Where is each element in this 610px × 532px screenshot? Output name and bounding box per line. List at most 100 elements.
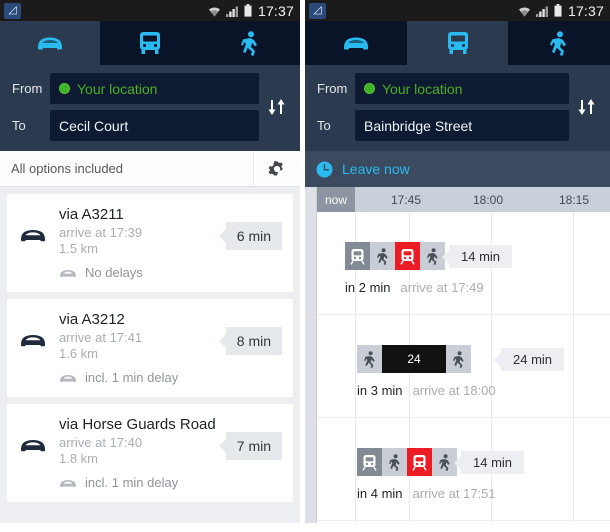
phone-screen-driving: ◿ 17:37 From Your location To Cecil Cour… xyxy=(0,0,305,532)
dual-screenshot: ◿ 17:37 From Your location To Cecil Cour… xyxy=(0,0,610,532)
route-delay-row: incl. 1 min delay xyxy=(59,370,289,385)
trip-line-number: 24 xyxy=(382,345,446,373)
car-icon xyxy=(7,205,59,243)
traffic-car-icon xyxy=(60,269,76,277)
status-bar-clock: 17:37 xyxy=(257,2,294,19)
mode-tab-bar xyxy=(0,21,300,65)
from-row: From Your location xyxy=(313,73,569,104)
tab-bus[interactable] xyxy=(406,21,509,65)
trip-duration-badge: 24 min xyxy=(501,348,565,371)
timeline-header: now 17:45 18:00 18:15 xyxy=(305,187,610,212)
to-row: To Cecil Court xyxy=(8,110,259,141)
trip-departure: in 2 min xyxy=(345,280,391,295)
walk-icon xyxy=(550,30,567,56)
train-icon xyxy=(395,242,420,270)
gear-icon[interactable] xyxy=(253,150,300,187)
battery-icon xyxy=(554,4,562,17)
route-results-list: via A3211 arrive at 17:39 1.5 km No dela… xyxy=(0,187,300,523)
from-label: From xyxy=(317,81,348,96)
app-logo-icon: ◿ xyxy=(309,2,326,19)
route-input-form: From Your location To Bainbridge Street xyxy=(305,65,610,151)
from-row: From Your location xyxy=(8,73,259,104)
tab-bus[interactable] xyxy=(100,21,200,65)
timeline-trip-row[interactable]: 14 min in 4 min arrive at 17:51 xyxy=(305,418,610,521)
app-logo-icon: ◿ xyxy=(4,2,21,19)
to-input[interactable]: Cecil Court xyxy=(50,110,259,141)
traffic-car-icon xyxy=(60,374,76,382)
leave-now-label: Leave now xyxy=(342,161,410,177)
trip-departure: in 3 min xyxy=(357,383,403,398)
options-label: All options included xyxy=(11,161,124,176)
wifi-icon xyxy=(208,5,221,17)
route-card[interactable]: via A3212 arrive at 17:41 1.6 km incl. 1… xyxy=(7,299,293,397)
phone-screen-transit: ◿ 17:37 From Your location To Bainbridge… xyxy=(305,0,610,532)
mode-tab-bar xyxy=(305,21,610,65)
signal-icon xyxy=(225,5,239,17)
car-icon xyxy=(7,415,59,453)
tab-car[interactable] xyxy=(305,21,407,65)
trip-arrival: arrive at 18:00 xyxy=(412,383,496,398)
route-card[interactable]: via Horse Guards Road arrive at 17:40 1.… xyxy=(7,404,293,502)
timeline-tick: 17:45 xyxy=(391,193,422,207)
walk-icon xyxy=(382,448,407,476)
route-duration-badge: 6 min xyxy=(225,222,282,250)
car-icon xyxy=(7,310,59,348)
options-bar: All options included xyxy=(0,150,300,187)
to-row: To Bainbridge Street xyxy=(313,110,569,141)
from-input[interactable]: Your location xyxy=(355,73,569,104)
status-bar-clock: 17:37 xyxy=(567,2,604,19)
train-icon xyxy=(345,242,370,270)
status-bar: ◿ 17:37 xyxy=(0,0,300,21)
timeline-rows: 14 min in 2 min arrive at 17:49 24 24 mi… xyxy=(305,212,610,523)
timeline-tick: 18:00 xyxy=(473,193,504,207)
from-value: Your location xyxy=(382,80,463,97)
trip-mode-chips xyxy=(357,448,457,476)
trip-meta: in 2 min arrive at 17:49 xyxy=(345,280,484,295)
to-value: Cecil Court xyxy=(59,117,129,134)
to-label: To xyxy=(317,118,331,133)
status-bar: ◿ 17:37 xyxy=(305,0,610,21)
trip-meta: in 4 min arrive at 17:51 xyxy=(357,486,496,501)
swap-arrows-icon[interactable] xyxy=(262,92,292,122)
timeline-trip-row[interactable]: 14 min in 2 min arrive at 17:49 xyxy=(305,212,610,315)
walk-icon xyxy=(446,345,471,373)
route-delay-row: incl. 1 min delay xyxy=(59,475,289,490)
trip-duration-badge: 14 min xyxy=(461,451,525,474)
to-input[interactable]: Bainbridge Street xyxy=(355,110,569,141)
trip-arrival: arrive at 17:49 xyxy=(400,280,484,295)
route-card[interactable]: via A3211 arrive at 17:39 1.5 km No dela… xyxy=(7,194,293,292)
route-delay-text: No delays xyxy=(85,265,143,280)
timeline-gutter xyxy=(305,187,317,523)
from-input[interactable]: Your location xyxy=(50,73,259,104)
trip-duration-badge: 14 min xyxy=(449,245,513,268)
trip-arrival: arrive at 17:51 xyxy=(412,486,496,501)
train-icon xyxy=(357,448,382,476)
transit-timeline: now 17:45 18:00 18:15 14 min in 2 min ar… xyxy=(305,187,610,523)
trip-mode-chips: 24 xyxy=(357,345,471,373)
timeline-trip-row[interactable]: 24 24 min in 3 min arrive at 18:00 xyxy=(305,315,610,418)
from-value: Your location xyxy=(77,80,158,97)
wifi-icon xyxy=(518,5,531,17)
bus-icon xyxy=(447,32,468,54)
walk-icon xyxy=(357,345,382,373)
route-duration-badge: 7 min xyxy=(225,432,282,460)
leave-now-bar[interactable]: Leave now xyxy=(305,151,610,187)
route-delay-text: incl. 1 min delay xyxy=(85,370,179,385)
route-duration-badge: 8 min xyxy=(225,327,282,355)
trip-mode-chips xyxy=(345,242,445,270)
current-location-dot-icon xyxy=(364,83,375,94)
car-icon xyxy=(38,37,62,50)
to-value: Bainbridge Street xyxy=(364,117,473,134)
tab-walk[interactable] xyxy=(200,21,300,65)
to-label: To xyxy=(12,118,26,133)
route-delay-row: No delays xyxy=(59,265,289,280)
swap-arrows-icon[interactable] xyxy=(572,92,602,122)
timeline-now-label: now xyxy=(317,187,355,212)
tab-car[interactable] xyxy=(0,21,100,65)
traffic-car-icon xyxy=(60,479,76,487)
tab-walk[interactable] xyxy=(508,21,610,65)
walk-icon xyxy=(241,30,257,56)
clock-icon xyxy=(316,161,333,177)
car-icon xyxy=(343,37,368,50)
route-delay-text: incl. 1 min delay xyxy=(85,475,179,490)
